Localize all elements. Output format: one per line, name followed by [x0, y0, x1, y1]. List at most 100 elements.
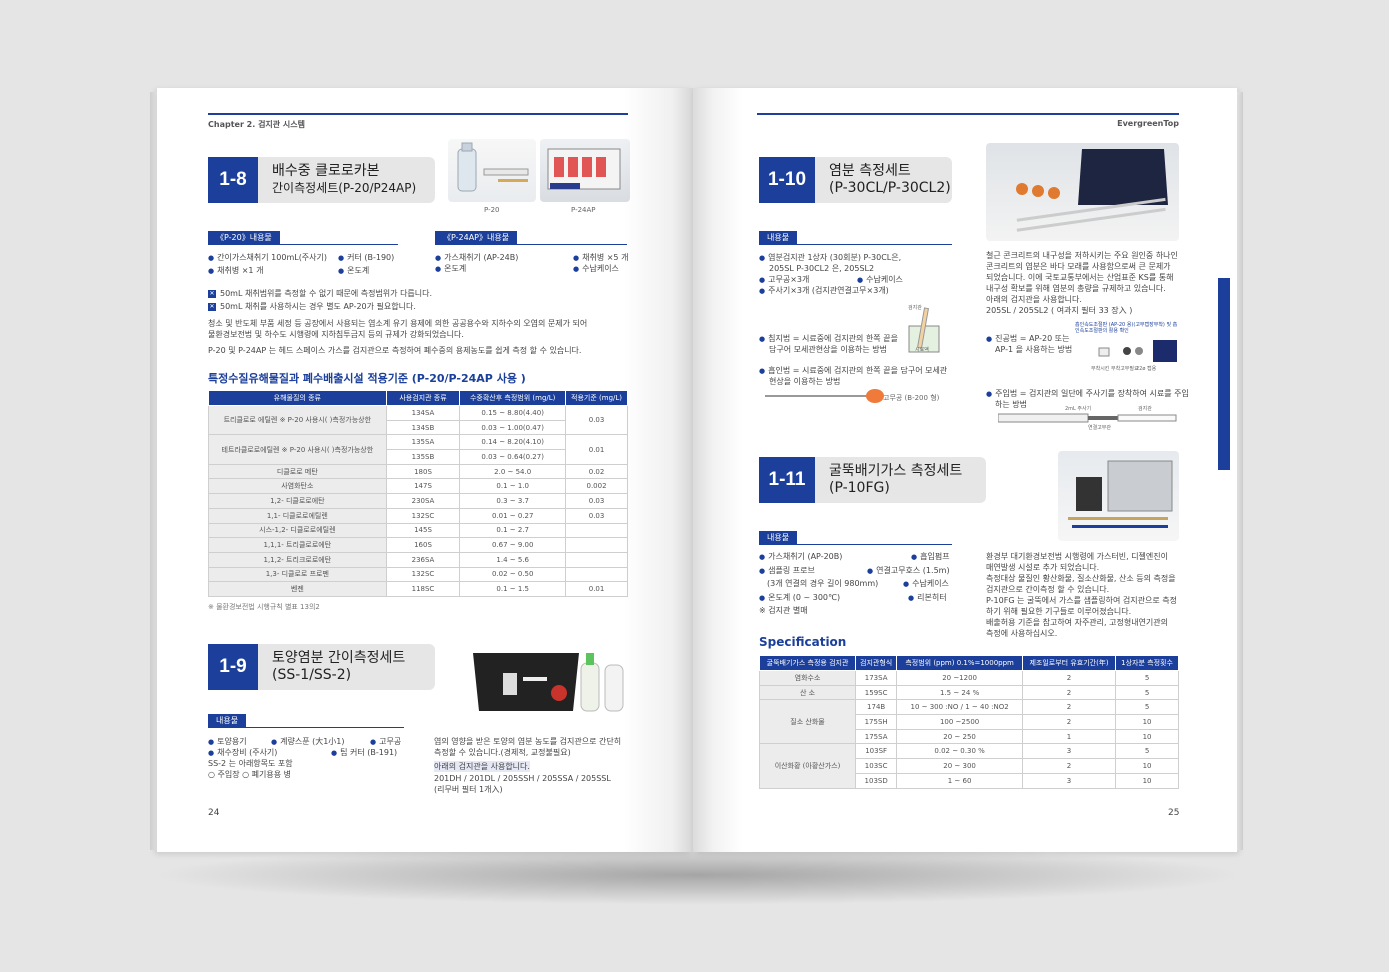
section-title: 굴뚝배기가스 측정세트 (P-10FG) — [815, 457, 986, 503]
list-note: ※ 검지관 별매 — [759, 606, 808, 615]
column-header: 검지관형식 — [855, 655, 898, 671]
table-cell: 118SC — [385, 581, 461, 597]
table-cell: 1,1- 디클로로에틸렌 — [208, 507, 387, 524]
table-cell: 0.01 — [565, 581, 628, 597]
table-cell: 134SB — [385, 419, 461, 436]
table-title: 특정수질유해물질과 폐수배출시설 적용기준 (P-20/P-24AP 사용 ) — [208, 372, 526, 385]
list-item: 가스채취기 (AP-20B) — [759, 551, 842, 563]
column-header: 사용검지관 종류 — [385, 390, 461, 406]
table-cell: 0.14 ~ 8.20(4.10) — [459, 434, 567, 451]
table-cell: 이산화황 (아황산가스) — [758, 743, 857, 789]
table-cell: 145S — [385, 522, 461, 539]
description-line: 아래의 검지관을 사용합니다. — [986, 295, 1082, 304]
description-line: 되었습니다. 이에 국토교통부에서는 산업표준 KS를 통해 — [986, 273, 1174, 282]
product-photo-flue-kit — [1058, 451, 1179, 541]
list-item: 수납케이스 — [573, 263, 619, 275]
table-cell: 1 — [1021, 728, 1117, 745]
table-cell: 염화수소 — [758, 670, 857, 686]
right-page: EvergreenTop 1-10 염분 측정세트 (P-30CL/P-30CL… — [693, 88, 1237, 852]
specification-table: 굴뚝배기가스 측정용 검지관 검지관형식 측정범위 (ppm) 0.1%=100… — [758, 655, 1179, 789]
table-cell: 0.02 ~ 0.50 — [459, 566, 567, 583]
spine-shade — [693, 88, 743, 852]
tag-rule — [759, 544, 952, 545]
left-page: Chapter 2. 검지관 시스템 1-8 배수중 클로로카본 간이측정세트(… — [157, 88, 693, 852]
column-header: 1상자분 측정횟수 — [1115, 655, 1179, 671]
table-cell: 테트라클로로에틸렌 ※ P-20 사용시( )측정가능상한 — [208, 434, 387, 465]
table-row: 디클로로 메탄 180S 2.0 ~ 54.0 0.02 — [208, 463, 628, 480]
table-row: 산 소 159SC 1.5 ~ 24 % 2 5 — [758, 684, 1179, 701]
description-line: 환경부 대기환경보전법 시행령에 가스터빈, 디젤엔진이 — [986, 552, 1168, 561]
tag-p24ap-contents: 《P-24AP》내용물 — [435, 231, 518, 244]
table-cell: 0.03 — [565, 493, 628, 509]
vacuum-diagram — [1093, 338, 1179, 364]
description-line: (리무버 필터 1개入) — [434, 785, 503, 794]
section-1-11-heading: 1-11 굴뚝배기가스 측정세트 (P-10FG) — [759, 457, 986, 503]
section-number: 1-11 — [759, 457, 815, 503]
table-cell: 시스-1,2- 디클로로에틸렌 — [208, 522, 387, 539]
brand-header: EvergreenTop — [1117, 119, 1179, 128]
title-line-2: 간이측정세트(P-20/P24AP) — [272, 181, 417, 195]
table-cell: 0.67 ~ 9.00 — [459, 537, 567, 553]
table-cell: 0.3 ~ 3.7 — [459, 493, 567, 509]
table-cell: 5 — [1115, 670, 1179, 686]
table-cell: 174B — [855, 699, 898, 716]
title-line-1: 굴뚝배기가스 측정세트 — [829, 463, 963, 479]
salt-kit-icon — [1016, 149, 1168, 232]
section-title: 토양염분 간이측정세트 (SS-1/SS-2) — [258, 644, 435, 690]
method-immersion-cont: 담구어 모세관현상을 이용하는 방법 — [769, 345, 888, 354]
table-cell: 0.03 — [565, 507, 628, 524]
section-number: 1-8 — [208, 157, 258, 203]
rubber-bulb-icon — [765, 389, 884, 403]
table-cell: 0.1 ~ 2.7 — [459, 522, 567, 539]
table-cell: 0.01 — [565, 434, 628, 465]
table-cell: 236SA — [385, 551, 461, 568]
label-rubber-bulb: 고무공 (B-200 형) — [883, 394, 940, 402]
table-cell: 2 — [1021, 684, 1117, 701]
table-cell: 159SC — [855, 684, 898, 701]
description-line: 하기 위해 필요한 기구들로 이루어졌습니다. — [986, 607, 1132, 616]
paragraph-line: 물환경보전법 및 하수도 시행령에 지하침투금지 등의 규제가 강화되었습니다. — [208, 330, 464, 339]
table-cell: 20 ~ 250 — [896, 728, 1023, 745]
list-item: 온도계 — [435, 263, 466, 275]
table-row: 1,2- 디클로로에탄 230SA 0.3 ~ 3.7 0.03 — [208, 493, 628, 509]
table-row: 질소 산화물 174B 10 ~ 300 :NO / 1 ~ 40 :NO2 2… — [758, 699, 1179, 745]
note-text: 50mL 채취를 사용하시는 경우 별도 AP-20가 필요합니다. — [220, 302, 416, 311]
table-row: 염화수소 173SA 20 ~1200 2 5 — [758, 670, 1179, 686]
tag-p20-contents: 《P-20》내용물 — [208, 231, 280, 244]
list-item: 샘플링 프로브 — [759, 565, 815, 577]
specification-title: Specification — [759, 635, 847, 649]
description-line: 측정대상 물질인 황산화물, 질소산화물, 산소 등의 측정을 — [986, 574, 1176, 583]
table-row: 1,3- 디클로로 프로펜 132SC 0.02 ~ 0.50 — [208, 566, 628, 583]
column-header: 측정범위 (ppm) 0.1%=1000ppm — [896, 655, 1023, 671]
table-row: 1,1- 디클로로에틸렌 132SC 0.01 ~ 0.27 0.03 — [208, 507, 628, 524]
book-shadow — [150, 845, 1245, 905]
note-text: 50mL 채취범위를 측정할 수 없기 때문에 측정범위가 다릅니다. — [220, 289, 433, 298]
table-cell: 20 ~ 300 — [896, 758, 1023, 774]
table-cell — [565, 522, 628, 539]
title-line-2: (P-30CL/P-30CL2) — [829, 180, 951, 196]
method-injection-cont: 하는 방법 — [995, 400, 1027, 409]
list-item: 온도계 (0 ~ 300℃) — [759, 592, 840, 604]
title-line-1: 염분 측정세트 — [829, 163, 911, 179]
column-header: 제조일로부터 유효기간(年) — [1021, 655, 1117, 671]
table-cell: 1,2- 디클로로에탄 — [208, 493, 387, 509]
note-line: ✕ 50mL 채취를 사용하시는 경우 별도 AP-20가 필요합니다. — [208, 301, 416, 312]
list-item: 팁 커터 (B-191) — [331, 747, 397, 759]
table-cell: 1,1,2- 트리크로로에탄 — [208, 551, 387, 568]
column-header: 유해물질의 종류 — [208, 390, 387, 406]
list-item: 연결고무호스 (1.5m) — [867, 565, 949, 577]
table-cell: 10 ~ 300 :NO / 1 ~ 40 :NO2 — [896, 699, 1023, 716]
label-trap: 22ø 캡용 — [1136, 366, 1157, 372]
list-item: 리본히터 — [908, 592, 946, 604]
table-cell: 트리클로로 에틸렌 ※ P-20 사용시( )측정가능상한 — [208, 404, 387, 436]
table-cell: 0.03 — [565, 404, 628, 436]
table-cell: 0.1 ~ 1.5 — [459, 581, 567, 597]
syringe-tube-icon — [997, 413, 1177, 423]
table-cell — [565, 537, 628, 553]
tag-contents: 내용물 — [208, 714, 247, 727]
tag-rule — [208, 244, 398, 245]
table-row: 사염화탄소 147S 0.1 ~ 1.0 0.002 — [208, 478, 628, 495]
table-cell: 5 — [1115, 743, 1179, 760]
table-row: 테트라클로로에틸렌 ※ P-20 사용시( )측정가능상한 135SA 0.14… — [208, 434, 628, 465]
label-connector: 연결고무관 — [1088, 425, 1112, 431]
